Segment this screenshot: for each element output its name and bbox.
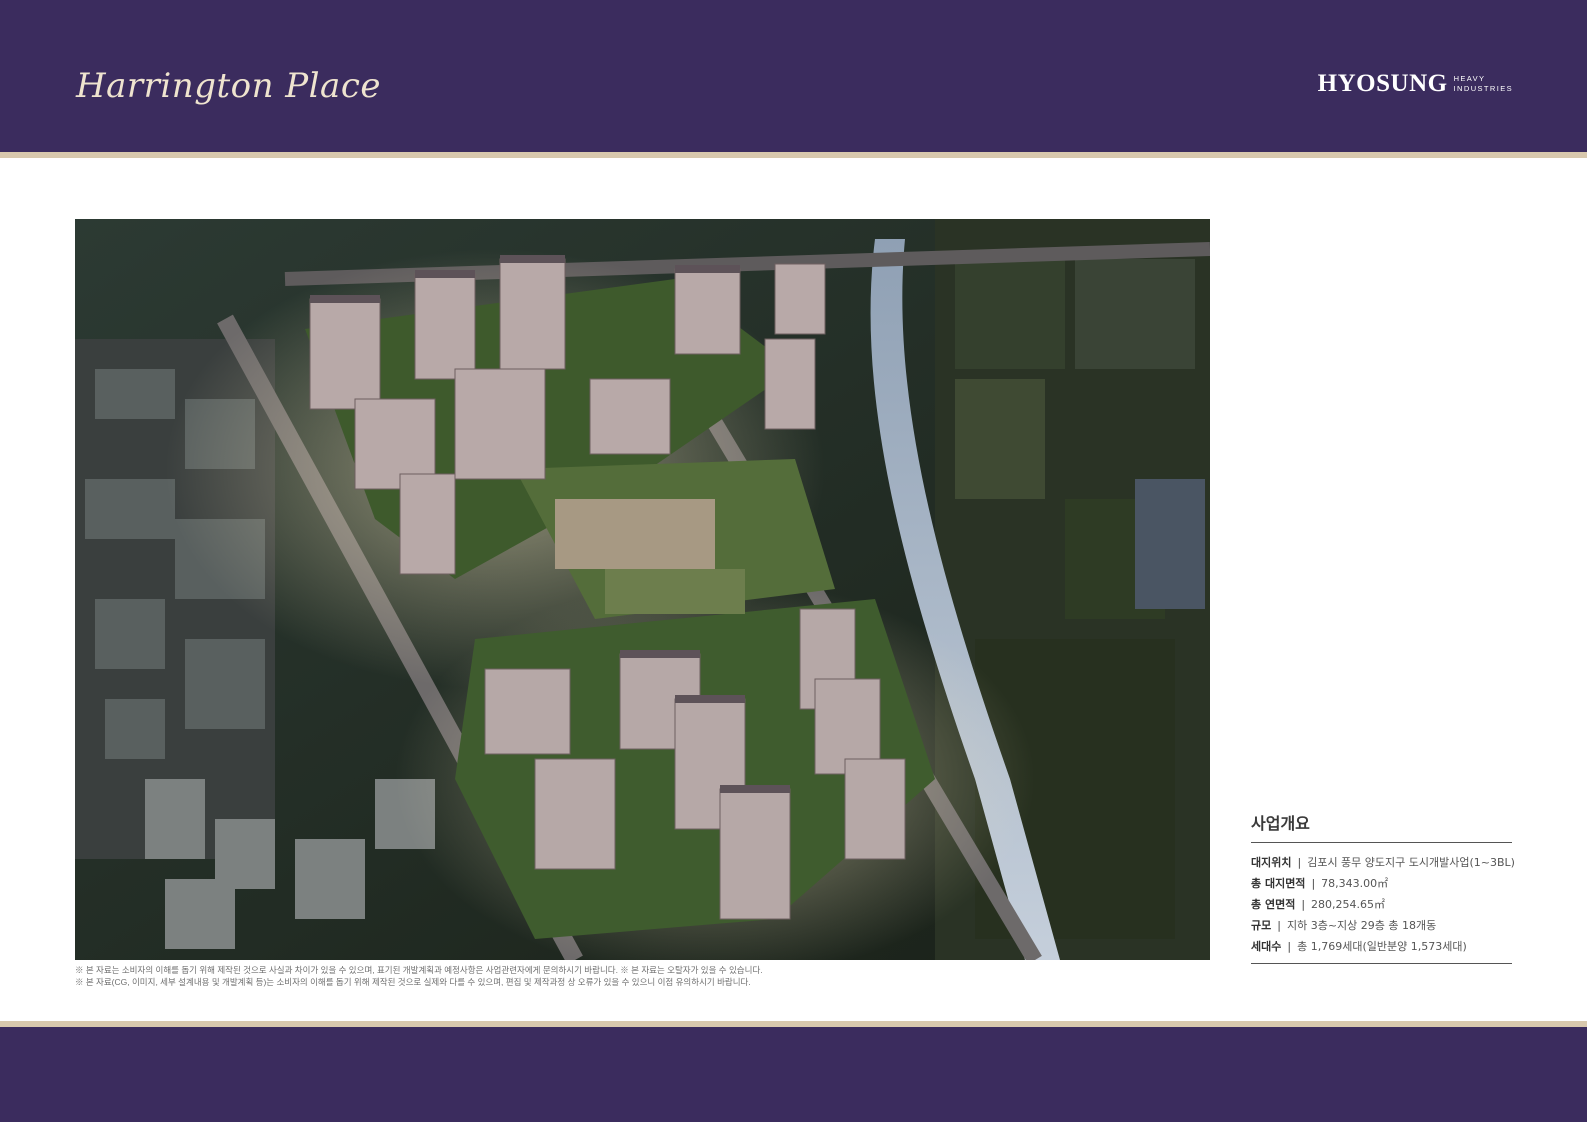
overview-row-households: 세대수 | 총 1,769세대(일반분양 1,573세대) [1251, 940, 1467, 953]
overview-row-location: 대지위치 | 김포시 풍무 양도지구 도시개발사업(1~3BL) [1251, 856, 1515, 869]
overview-row-floor-area: 총 연면적 | 280,254.65㎡ [1251, 898, 1386, 911]
aerial-rendering-image [75, 219, 1210, 960]
logo-sub-text: HEAVY INDUSTRIES [1453, 74, 1513, 93]
overview-divider [1251, 963, 1512, 964]
overview-title: 사업개요 [1251, 810, 1512, 843]
footer-banner [0, 1027, 1587, 1122]
disclaimer-line: ※ 본 자료(CG, 이미지, 세부 설계내용 및 개발계획 등)는 소비자의 … [75, 977, 751, 987]
disclaimer-notes: ※ 본 자료는 소비자의 이해를 돕기 위해 제작된 것으로 사실과 차이가 있… [75, 964, 1210, 988]
header-divider [0, 152, 1587, 158]
header-banner: Harrington Place HYOSUNG HEAVY INDUSTRIE… [0, 0, 1587, 152]
brand-logo: Harrington Place [76, 66, 381, 106]
logo-main-text: HYOSUNG [1317, 70, 1448, 97]
company-logo: HYOSUNG HEAVY INDUSTRIES [1318, 70, 1513, 98]
aerial-rendering [75, 219, 1210, 960]
overview-row-scale: 규모 | 지하 3층~지상 29층 총 18개동 [1251, 919, 1437, 932]
disclaimer-line: ※ 본 자료는 소비자의 이해를 돕기 위해 제작된 것으로 사실과 차이가 있… [75, 965, 763, 975]
overview-row-site-area: 총 대지면적 | 78,343.00㎡ [1251, 877, 1389, 890]
project-overview: 사업개요 대지위치 | 김포시 풍무 양도지구 도시개발사업(1~3BL) 총 대지… [1251, 810, 1515, 964]
